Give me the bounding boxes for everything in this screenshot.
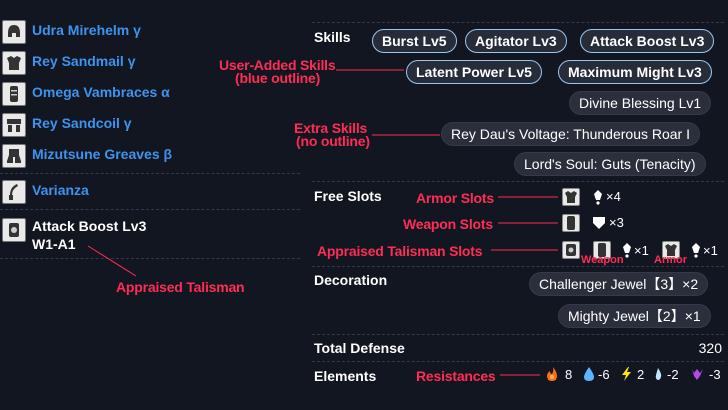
dragon-icon — [692, 369, 703, 380]
fire-resistance: 8 — [565, 367, 573, 382]
skill-pill-agitator[interactable]: Agitator Lv3 — [465, 29, 567, 53]
talisman-icon — [2, 218, 26, 242]
decoration-label: Decoration — [314, 272, 388, 288]
annotation-armor-small: Armor — [654, 254, 688, 266]
divider — [312, 361, 724, 362]
skill-pill-burst[interactable]: Burst Lv5 — [372, 29, 457, 53]
equipment-name: Rey Sandcoil γ — [32, 115, 132, 131]
talisman-slots: W1-A1 — [32, 236, 76, 252]
slot-jewel-icon — [594, 190, 602, 205]
ice-resistance: -2 — [667, 367, 679, 382]
annotation-weapon-slots: Weapon Slots — [403, 216, 493, 232]
equipment-name: Mizutsune Greaves β — [32, 146, 173, 162]
talisman-armor-slot-count: ×1 — [703, 243, 718, 258]
slot-jewel-icon — [692, 243, 700, 258]
decoration-pill-mighty[interactable]: Mighty Jewel【2】×1 — [558, 304, 711, 328]
talisman-row[interactable]: Attack Boost Lv3 W1-A1 — [0, 216, 300, 254]
skill-pill-maximum-might[interactable]: Maximum Might Lv3 — [558, 60, 712, 84]
chest-icon — [562, 188, 580, 206]
divider — [312, 334, 724, 335]
annotation-user-added-sub: (blue outline) — [235, 70, 321, 86]
helm-icon — [2, 20, 26, 44]
arms-icon — [2, 82, 26, 106]
armor-slot-count: ×4 — [606, 189, 621, 204]
divider — [0, 209, 300, 210]
skill-pill-divine-blessing[interactable]: Divine Blessing Lv1 — [569, 91, 712, 115]
annotation-extra-skills: Extra Skills (no outline) — [294, 121, 370, 149]
weapon-name: Varianza — [32, 182, 89, 198]
skill-pill-attack-boost[interactable]: Attack Boost Lv3 — [580, 29, 715, 53]
arms-icon — [562, 214, 580, 232]
annotation-user-added: User-Added Skills (blue outline) — [219, 58, 336, 86]
talisman-weapon-slot-count: ×1 — [634, 243, 649, 258]
ice-icon — [655, 368, 662, 380]
skill-pill-latent-power[interactable]: Latent Power Lv5 — [406, 60, 542, 84]
skill-pill-lords-soul[interactable]: Lord's Soul: Guts (Tenacity) — [514, 152, 706, 176]
skill-pill-rey-dau-voltage[interactable]: Rey Dau's Voltage: Thunderous Roar I — [441, 122, 700, 146]
thunder-resistance: 2 — [637, 367, 645, 382]
annotation-armor-slots: Armor Slots — [416, 190, 494, 206]
dragon-resistance: -3 — [709, 367, 721, 382]
water-resistance: -6 — [598, 367, 610, 382]
weapon-slot-count: ×3 — [609, 215, 624, 230]
equipment-name: Rey Sandmail γ — [32, 53, 136, 69]
equipment-row-waist[interactable]: Rey Sandcoil γ — [0, 111, 300, 139]
elements-label: Elements — [314, 368, 377, 384]
free-slots-label: Free Slots — [314, 188, 382, 204]
water-icon — [584, 367, 594, 381]
divider — [312, 22, 724, 23]
annotation-resistances: Resistances — [416, 368, 496, 384]
annotation-extra-sub: (no outline) — [296, 133, 370, 149]
equipment-row-legs[interactable]: Mizutsune Greaves β — [0, 142, 300, 170]
divider — [312, 181, 724, 182]
waist-icon — [2, 113, 26, 137]
decoration-pill-challenger[interactable]: Challenger Jewel【3】×2 — [529, 272, 709, 296]
sword-icon — [2, 180, 26, 204]
divider — [312, 266, 724, 267]
total-defense-value: 320 — [698, 340, 722, 356]
talisman-icon — [562, 241, 580, 259]
annotation-weapon-small: Weapon — [581, 254, 624, 266]
skills-label: Skills — [314, 29, 351, 45]
annotation-appraised-talisman: Appraised Talisman — [116, 279, 245, 295]
equipment-name: Omega Vambraces α — [32, 84, 170, 100]
equipment-name: Udra Mirehelm γ — [32, 22, 141, 38]
total-defense-label: Total Defense — [314, 340, 405, 356]
fire-icon — [547, 367, 557, 381]
talisman-skill: Attack Boost Lv3 — [32, 218, 147, 234]
weapon-row[interactable]: Varianza — [0, 178, 300, 206]
legs-icon — [2, 144, 26, 168]
divider — [0, 173, 300, 174]
annotation-appraised-slots: Appraised Talisman Slots — [317, 243, 483, 259]
equipment-row-helm[interactable]: Udra Mirehelm γ — [0, 18, 300, 46]
thunder-icon — [622, 367, 631, 381]
chest-icon — [2, 51, 26, 75]
divider — [0, 258, 300, 259]
slot-weapon-jewel-icon — [593, 217, 605, 229]
